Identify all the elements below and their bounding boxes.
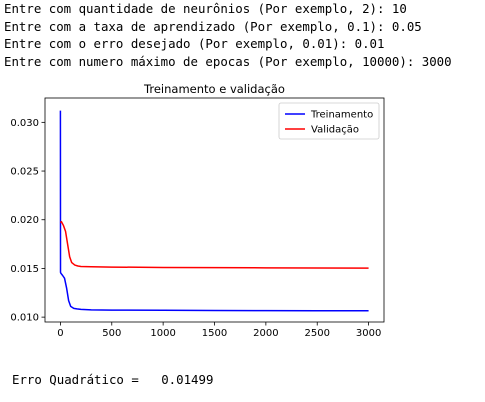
y-tick-label-1: 0.015 [10,264,39,275]
console-output: Entre com quantidade de neurônios (Por e… [4,0,452,70]
console-line-desired-error: Entre com o erro desejado (Por exemplo, … [4,36,385,51]
console-line-learning-rate: Entre com a taxa de aprendizado (Por exe… [4,18,422,34]
console-line-max-epochs: Entre com numero máximo de epocas (Por e… [4,53,452,69]
quadratic-error-result: Erro Quadrático = 0.01499 [12,372,214,387]
chart-container: Treinamento e validação 0 500 1000 1500 2000 2… [0,76,485,356]
x-tick-label-5: 2500 [305,328,330,339]
legend-label-1: Validação [311,125,359,136]
x-tick-label-6: 3000 [356,328,381,339]
y-tick-label-3: 0.025 [10,167,39,178]
x-tick-label-3: 1500 [202,328,227,339]
console-line-neurons: Entre com quantidade de neurônios (Por e… [4,1,407,16]
x-tick-label-1: 500 [102,328,121,339]
x-tick-label-2: 1000 [150,328,175,339]
y-tick-label-4: 0.030 [10,118,39,129]
x-tick-label-4: 2000 [253,328,278,339]
training-validation-chart: Treinamento e validação 0 500 1000 1500 2000 2… [10,82,385,339]
series-line-0 [59,110,369,312]
y-tick-label-0: 0.010 [10,313,39,324]
series-line-1 [59,220,369,269]
y-tick-label-2: 0.020 [10,215,39,226]
chart-title: Treinamento e validação [143,82,285,96]
legend-label-0: Treinamento [310,110,373,121]
x-tick-label-0: 0 [57,328,63,339]
